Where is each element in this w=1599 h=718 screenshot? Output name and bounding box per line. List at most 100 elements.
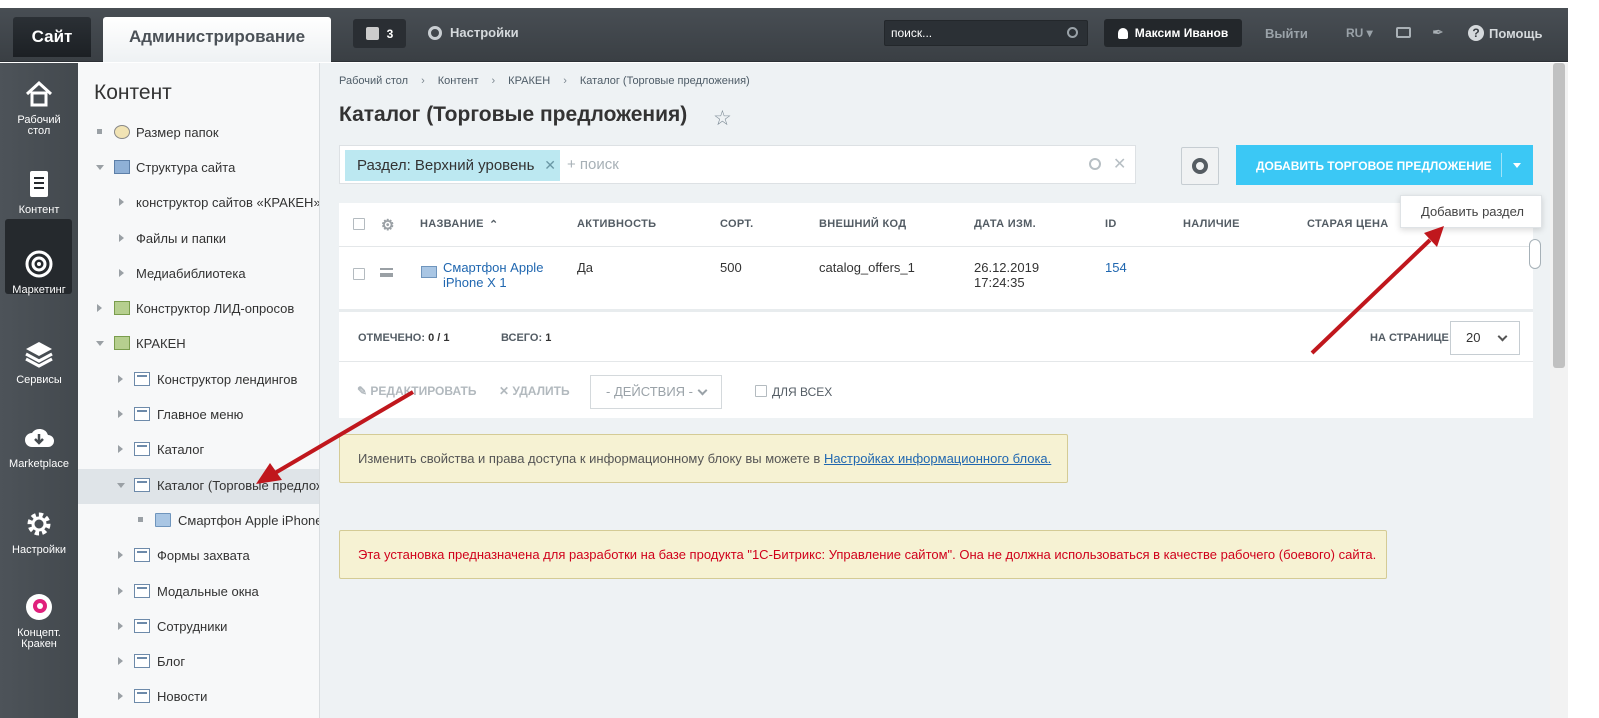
column-header[interactable]: ID: [1105, 218, 1117, 230]
user-button[interactable]: Максим Иванов: [1104, 19, 1242, 47]
tree-item-employees[interactable]: Сотрудники: [78, 610, 319, 645]
chevron-down-icon[interactable]: [1513, 163, 1521, 168]
menu-item-label: Сервисы: [16, 374, 62, 386]
tree-item-kraken[interactable]: КРАКЕН: [78, 327, 319, 362]
site-tab[interactable]: Сайт: [13, 17, 91, 57]
chevron-right-icon[interactable]: [118, 445, 123, 453]
breadcrumb-link[interactable]: Рабочий стол: [339, 75, 408, 87]
iblock-settings-link[interactable]: Настройках информационного блока.: [824, 451, 1051, 466]
total-label: ВСЕГО:: [501, 332, 543, 344]
grid-settings-button[interactable]: [1181, 147, 1219, 185]
row-checkbox[interactable]: [353, 268, 365, 280]
chevron-down-icon[interactable]: [96, 165, 104, 170]
kraken-icon: [24, 592, 54, 622]
chevron-right-icon[interactable]: [97, 304, 102, 312]
row-id-link[interactable]: 154: [1105, 260, 1127, 275]
tree-item-catalog[interactable]: Каталог: [78, 433, 319, 468]
menu-item-marketing[interactable]: Маркетинг: [0, 249, 78, 296]
delete-action[interactable]: ✕ УДАЛИТЬ: [499, 384, 570, 398]
edit-action[interactable]: ✎ РЕДАКТИРОВАТЬ: [357, 384, 476, 398]
search-input[interactable]: поиск...: [884, 20, 1088, 46]
select-all-checkbox[interactable]: [353, 218, 365, 230]
row-menu-icon[interactable]: [380, 268, 393, 277]
chevron-right-icon[interactable]: [119, 198, 124, 206]
panel-resize-handle[interactable]: [1529, 239, 1541, 269]
chevron-right-icon[interactable]: [118, 692, 123, 700]
column-header[interactable]: СТАРАЯ ЦЕНА: [1307, 218, 1388, 230]
breadcrumb-link[interactable]: КРАКЕН: [508, 75, 550, 87]
menu-item-desktop[interactable]: Рабочий стол: [0, 79, 78, 137]
filter-search-bar[interactable]: Раздел: Верхний уровень ✕ + поиск ✕: [339, 145, 1136, 184]
actions-select[interactable]: - ДЕЙСТВИЯ -: [590, 375, 722, 409]
tree-item-folder-size[interactable]: Размер папок: [78, 116, 319, 151]
tree-item-news[interactable]: Новости: [78, 680, 319, 715]
row-name-line2[interactable]: iPhone X 1: [443, 275, 507, 290]
menu-item-content[interactable]: Контент: [0, 169, 78, 216]
chevron-down-icon[interactable]: [117, 483, 125, 488]
table-row[interactable]: Смартфон Apple iPhone X 1 Да 500 catalog…: [339, 248, 1533, 312]
chevron-right-icon[interactable]: [119, 269, 124, 277]
menu-item-marketplace[interactable]: Marketplace: [0, 423, 78, 470]
tree-item-files[interactable]: Файлы и папки: [78, 222, 319, 257]
data-grid: ⚙ НАЗВАНИЕ ⌃ АКТИВНОСТЬ СОРТ. ВНЕШНИЙ КО…: [339, 203, 1533, 418]
tree-item-catalog-offers[interactable]: Каталог (Торговые предложения): [78, 469, 319, 504]
column-header[interactable]: НАЛИЧИЕ: [1183, 218, 1240, 230]
keyboard-icon[interactable]: [1396, 27, 1411, 38]
favorite-star-icon[interactable]: ☆: [713, 106, 732, 131]
breadcrumb-separator: ›: [491, 75, 496, 87]
tree-item-lead-polls[interactable]: Конструктор ЛИД-опросов: [78, 292, 319, 327]
tree-item-blog[interactable]: Блог: [78, 645, 319, 680]
chevron-right-icon[interactable]: [118, 657, 123, 665]
breadcrumb-link[interactable]: Каталог (Торговые предложения): [580, 75, 750, 87]
pin-icon[interactable]: ✒: [1432, 24, 1444, 41]
search-icon[interactable]: [1067, 27, 1078, 38]
tree-item-iphone-section[interactable]: Смартфон Apple iPhone X 1: [78, 504, 319, 539]
per-page-select[interactable]: 20: [1450, 321, 1520, 355]
column-header[interactable]: НАЗВАНИЕ: [420, 218, 484, 230]
menu-item-services[interactable]: Сервисы: [0, 339, 78, 386]
language-selector[interactable]: RU ▾: [1346, 26, 1373, 40]
tree-item-main-menu[interactable]: Главное меню: [78, 398, 319, 433]
column-header[interactable]: АКТИВНОСТЬ: [577, 218, 656, 230]
logout-link[interactable]: Выйти: [1265, 26, 1308, 41]
tree-item-media[interactable]: Медиабиблиотека: [78, 257, 319, 292]
tree-item-capture-forms[interactable]: Формы захвата: [78, 539, 319, 574]
tree-item-landings[interactable]: Конструктор лендингов: [78, 363, 319, 398]
chevron-right-icon[interactable]: [118, 375, 123, 383]
admin-tab[interactable]: Администрирование: [103, 17, 331, 62]
menu-item-settings[interactable]: Настройки: [0, 509, 78, 556]
tree-item-site-structure[interactable]: Структура сайта: [78, 151, 319, 186]
chevron-right-icon[interactable]: [119, 234, 124, 242]
chevron-right-icon[interactable]: [118, 587, 123, 595]
notifications-button[interactable]: 3: [353, 19, 406, 48]
chevron-right-icon[interactable]: [118, 622, 123, 630]
breadcrumb-link[interactable]: Контент: [438, 75, 479, 87]
menu-item-kraken[interactable]: Концепт. Кракен: [0, 592, 78, 650]
column-header[interactable]: ДАТА ИЗМ.: [974, 218, 1036, 230]
scrollbar-thumb[interactable]: [1553, 63, 1565, 368]
chevron-down-icon[interactable]: [96, 341, 104, 346]
vertical-scrollbar[interactable]: [1529, 63, 1568, 718]
add-section-menu-item[interactable]: Добавить раздел: [1400, 195, 1542, 228]
add-offer-button[interactable]: ДОБАВИТЬ ТОРГОВОЕ ПРЕДЛОЖЕНИЕ: [1236, 145, 1533, 185]
column-header[interactable]: СОРТ.: [720, 218, 753, 230]
tree-item-modals[interactable]: Модальные окна: [78, 575, 319, 610]
chevron-right-icon[interactable]: [118, 410, 123, 418]
for-all-checkbox[interactable]: [755, 385, 767, 397]
row-id[interactable]: 154: [1105, 260, 1127, 275]
search-icon[interactable]: [1089, 158, 1101, 170]
row-name-link[interactable]: Смартфон Apple iPhone X 1: [443, 260, 543, 290]
chevron-right-icon[interactable]: [118, 551, 123, 559]
filter-chip[interactable]: Раздел: Верхний уровень ✕: [345, 150, 560, 181]
column-header[interactable]: ВНЕШНИЙ КОД: [819, 218, 906, 230]
info-note-text: Изменить свойства и права доступа к инфо…: [358, 451, 824, 466]
clear-icon[interactable]: ✕: [1113, 154, 1126, 174]
close-icon[interactable]: ✕: [544, 150, 556, 181]
settings-link[interactable]: Настройки: [428, 25, 519, 40]
for-all-option[interactable]: ДЛЯ ВСЕХ: [755, 385, 832, 399]
iblock-icon: [134, 372, 150, 386]
tree-item-kraken-constructor[interactable]: конструктор сайтов «КРАКЕН»: [78, 186, 319, 221]
column-settings-icon[interactable]: ⚙: [381, 216, 395, 234]
help-link[interactable]: ? Помощь: [1468, 25, 1542, 41]
row-name-line1[interactable]: Смартфон Apple: [443, 260, 543, 275]
